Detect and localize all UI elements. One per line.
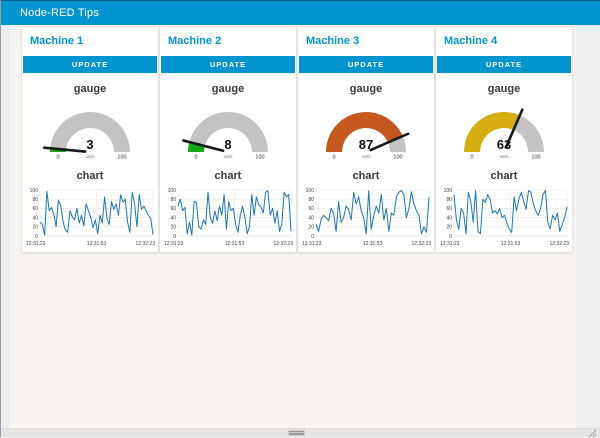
y-tick-label: 0: [173, 234, 176, 240]
gauge-max: 100: [393, 155, 402, 161]
chart-title: chart: [22, 169, 158, 183]
chart-title: chart: [298, 169, 434, 183]
chart-title: chart: [436, 169, 572, 183]
update-button[interactable]: UPDATE: [437, 56, 571, 73]
x-tick-label: 12:31:23: [440, 241, 460, 247]
y-tick-label: 40: [308, 215, 314, 221]
machine-title: Machine 3: [306, 34, 434, 48]
chart-title: chart: [160, 169, 296, 183]
gauge-title: gauge: [298, 82, 434, 96]
gauge-svg: 3 units 0 100: [32, 98, 148, 160]
machine-card: Machine 4 UPDATE gauge 63 units 0 100 chart…: [436, 27, 572, 252]
gauge-value: 3: [86, 137, 93, 152]
gauge-title: gauge: [160, 82, 296, 96]
chart-svg: 0 20 40 60 80 100 12:31:23 12:31:53 12:32:23: [163, 186, 293, 248]
y-tick-label: 60: [308, 206, 314, 212]
gauge-max: 100: [531, 155, 540, 161]
y-tick-label: 80: [32, 197, 38, 203]
y-tick-label: 100: [30, 188, 39, 194]
gauge-min: 0: [332, 155, 335, 161]
y-tick-label: 80: [170, 197, 176, 203]
titlebar: Node-RED Tips: [1, 0, 600, 25]
gauge-svg: 87 units 0 100: [308, 98, 424, 160]
gauge-value: 8: [224, 137, 231, 152]
x-tick-label: 12:31:23: [302, 241, 322, 247]
gauge-units: units: [500, 154, 509, 159]
gauge-units: units: [362, 154, 371, 159]
y-tick-label: 100: [168, 188, 177, 194]
y-tick-label: 0: [35, 234, 38, 240]
gauge-svg: 63 units 0 100: [446, 98, 562, 160]
gauge-min: 0: [56, 155, 59, 161]
y-tick-label: 60: [170, 206, 176, 212]
y-tick-label: 0: [311, 234, 314, 240]
x-tick-label: 12:32:23: [136, 241, 155, 247]
cards-row: Machine 1 UPDATE gauge 3units0100 chart …: [22, 27, 572, 252]
y-tick-label: 60: [446, 206, 452, 212]
chart-svg: 0 20 40 60 80 100 12:31:23 12:31:53 12:32:23: [301, 186, 431, 248]
gauge-units: units: [224, 154, 233, 159]
gauge-units: units: [86, 154, 95, 159]
update-button[interactable]: UPDATE: [299, 56, 433, 73]
node-red-dashboard: Node-RED Tips Machine 1 UPDATE gauge 3 un…: [0, 0, 600, 437]
x-tick-label: 12:32:23: [550, 241, 569, 247]
chart-svg: 0 20 40 60 80 100 12:31:23 12:31:53 12:32:23: [439, 186, 569, 248]
update-button[interactable]: UPDATE: [23, 56, 157, 73]
x-tick-label: 12:32:23: [412, 241, 431, 247]
gauge-min: 0: [470, 155, 473, 161]
y-tick-label: 100: [306, 188, 315, 194]
gauge-value: 87: [359, 137, 373, 152]
gauge-title: gauge: [22, 82, 158, 96]
y-tick-label: 20: [308, 225, 314, 231]
drag-handle-icon[interactable]: [288, 430, 305, 436]
y-tick-label: 40: [32, 215, 38, 221]
dashboard-content: Machine 1 UPDATE gauge 3units0100 chart …: [10, 25, 576, 428]
bottom-strip: [1, 428, 600, 437]
y-tick-label: 40: [170, 215, 176, 221]
gauge-value: 63: [497, 137, 511, 152]
y-tick-label: 100: [444, 188, 453, 194]
y-tick-label: 60: [32, 206, 38, 212]
y-tick-label: 20: [446, 225, 452, 231]
machine-title: Machine 2: [168, 34, 296, 48]
y-tick-label: 20: [32, 225, 38, 231]
x-tick-label: 12:32:23: [274, 241, 293, 247]
y-tick-label: 80: [308, 197, 314, 203]
app-title: Node-RED Tips: [20, 7, 99, 19]
chart-svg: 0 20 40 60 80 100 12:31:23 12:31:53 12:32:23: [25, 186, 155, 248]
y-tick-label: 80: [446, 197, 452, 203]
machine-card: Machine 1 UPDATE gauge 3units0100 chart …: [22, 27, 158, 252]
machine-title: Machine 1: [30, 34, 158, 48]
gauge-svg: 8 units 0 100: [170, 98, 286, 160]
x-tick-label: 12:31:53: [501, 241, 521, 247]
gauge-title: gauge: [436, 82, 572, 96]
x-tick-label: 12:31:53: [225, 241, 245, 247]
update-button[interactable]: UPDATE: [161, 56, 295, 73]
x-tick-label: 12:31:23: [26, 241, 46, 247]
y-tick-label: 0: [449, 234, 452, 240]
y-tick-label: 20: [170, 225, 176, 231]
x-tick-label: 12:31:53: [87, 241, 107, 247]
gauge-max: 100: [117, 155, 126, 161]
machine-card: Machine 2 UPDATE gauge 8units0100 chart …: [160, 27, 296, 252]
gauge-max: 100: [255, 155, 264, 161]
x-tick-label: 12:31:53: [363, 241, 383, 247]
machine-title: Machine 4: [444, 34, 572, 48]
x-tick-label: 12:31:23: [164, 241, 184, 247]
gauge-min: 0: [194, 155, 197, 161]
machine-card: Machine 3 UPDATE gauge 87 units 0 100 chart…: [298, 27, 434, 252]
y-tick-label: 40: [446, 215, 452, 221]
